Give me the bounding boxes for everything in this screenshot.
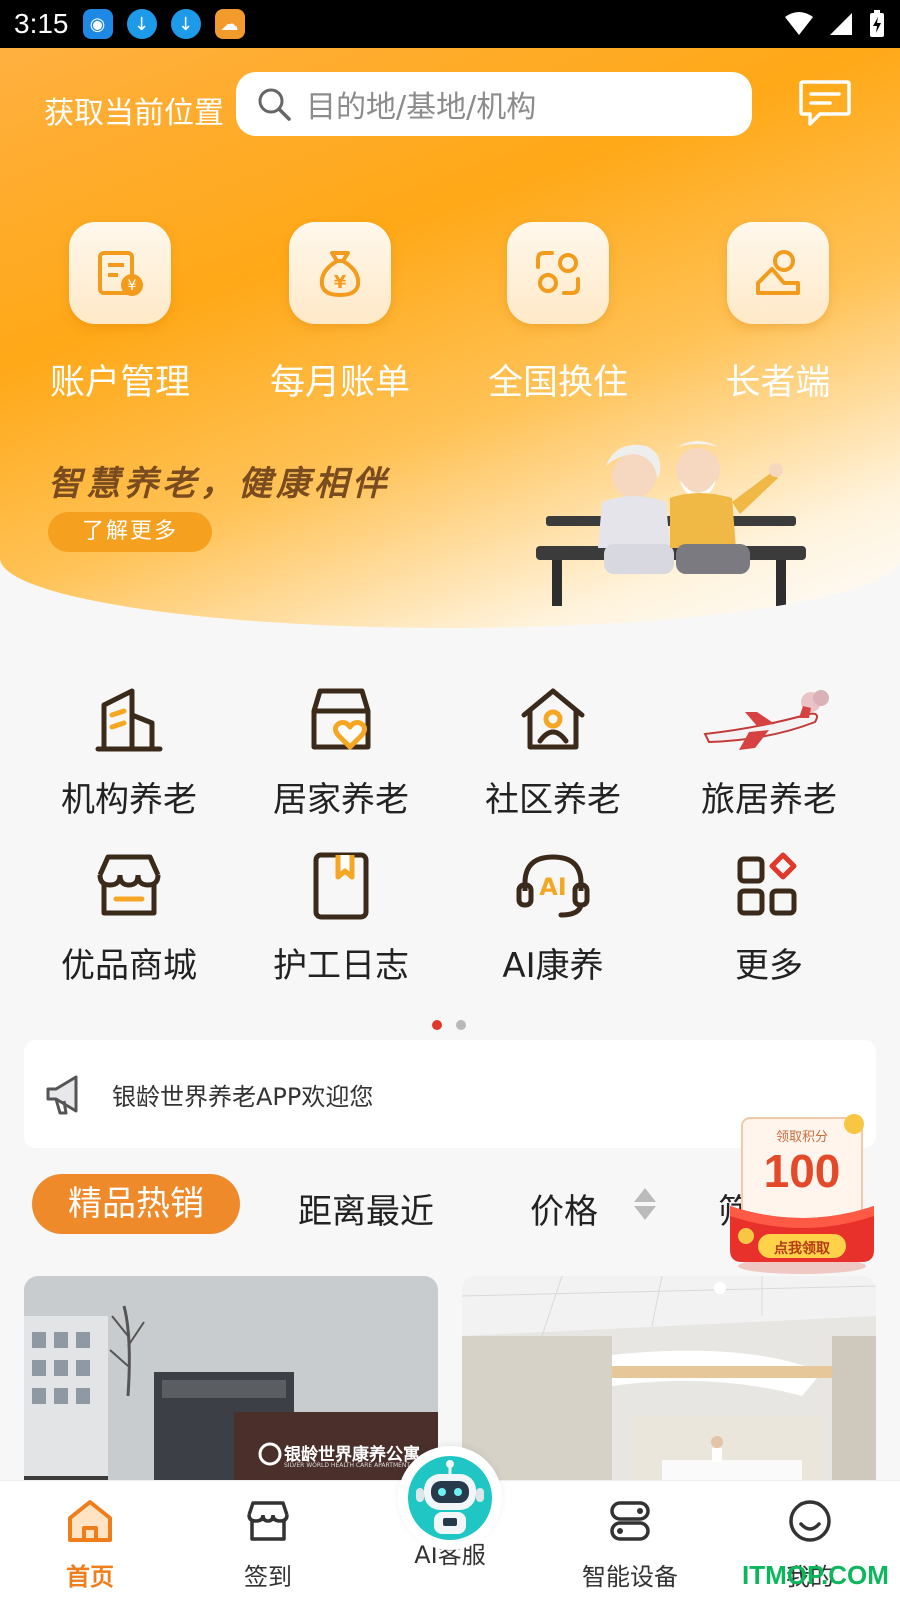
service-institution[interactable]: 机构养老 — [24, 684, 234, 821]
quick-action-monthly-bill[interactable]: ¥ 每月账单 — [240, 222, 440, 405]
robot-icon — [408, 1456, 492, 1540]
nav-label: 首页 — [66, 1563, 114, 1591]
nav-checkin[interactable]: 签到 — [198, 1495, 338, 1592]
swap-icon — [536, 251, 580, 295]
learn-more-button[interactable]: 了解更多 — [48, 512, 212, 552]
quick-action-label: 长者端 — [725, 363, 831, 403]
points-coupon-badge[interactable]: 领取积分 100 点我领取 — [726, 1110, 878, 1274]
facility-photo-1 — [24, 1276, 438, 1506]
message-icon[interactable] — [798, 78, 852, 128]
megaphone-icon — [46, 1075, 78, 1115]
filter-hot-sale[interactable]: 精品热销 — [32, 1174, 240, 1234]
facility-card-2[interactable] — [462, 1276, 876, 1506]
sort-arrows-icon[interactable] — [632, 1186, 658, 1222]
service-label: 优品商城 — [61, 946, 197, 986]
page-dot — [456, 1020, 466, 1030]
svg-text:¥: ¥ — [128, 278, 137, 294]
ai-service-button[interactable] — [398, 1446, 502, 1550]
grid-more-icon — [737, 852, 797, 916]
quick-action-account[interactable]: ¥ 账户管理 — [20, 222, 220, 405]
home-icon — [68, 1500, 112, 1542]
store-checkin-icon — [247, 1501, 289, 1541]
service-label: 护工日志 — [273, 946, 409, 986]
announcement-text: 银龄世界养老APP欢迎您 — [112, 1082, 374, 1111]
download-notification-icon: ↓ — [126, 9, 157, 39]
account-bill-icon: ¥ — [98, 251, 143, 296]
app-notification-icon: ☁ — [214, 9, 245, 39]
device-icon — [610, 1501, 650, 1541]
diary-icon — [313, 852, 369, 920]
quick-action-label: 每月账单 — [269, 363, 410, 403]
airplane-icon — [703, 690, 829, 750]
svg-text:AI: AI — [539, 873, 567, 901]
watermark: ITMOP.COM — [742, 1560, 889, 1590]
cast-notification-icon: ◉ — [82, 9, 113, 39]
quick-action-label: 全国换住 — [487, 363, 628, 403]
status-time: 3:15 — [14, 8, 69, 39]
location-button[interactable]: 获取当前位置 — [44, 88, 224, 132]
service-ai-health[interactable]: AI AI康养 — [448, 850, 658, 987]
service-label: 居家养老 — [273, 780, 409, 820]
search-icon — [258, 88, 291, 121]
nav-home[interactable]: 首页 — [20, 1495, 160, 1592]
elder-user-icon — [756, 250, 800, 295]
facility-photo-2 — [462, 1276, 876, 1506]
building-icon — [95, 688, 163, 752]
battery-icon — [870, 10, 884, 37]
search-bar[interactable]: 目的地/基地/机构 — [236, 72, 752, 136]
service-community[interactable]: 社区养老 — [448, 684, 658, 821]
service-diary[interactable]: 护工日志 — [236, 850, 446, 987]
filter-price[interactable]: 价格 — [530, 1184, 598, 1233]
nav-label: 智能设备 — [582, 1563, 678, 1591]
page-dot-active — [432, 1020, 442, 1030]
quick-action-elder[interactable]: 长者端 — [678, 222, 878, 405]
search-input[interactable]: 目的地/基地/机构 — [306, 82, 536, 126]
wifi-icon — [785, 12, 813, 35]
community-icon — [521, 688, 585, 750]
page-indicator — [432, 1020, 466, 1030]
banner-slogan: 智慧养老，健康相伴 — [48, 464, 390, 504]
nav-label: 签到 — [244, 1563, 292, 1591]
coupon-value: 100 — [763, 1145, 841, 1197]
coupon-top-text: 领取积分 — [775, 1130, 828, 1145]
home-heart-icon — [311, 688, 371, 750]
money-bag-icon: ¥ — [319, 251, 361, 298]
facility-sign-subtext: SILVER WORLD HEALTH CARE APARTMENT — [284, 1462, 411, 1469]
service-label: 机构养老 — [61, 780, 197, 820]
service-travel[interactable]: 旅居养老 — [664, 684, 874, 821]
hero-banner: 获取当前位置 目的地/基地/机构 ¥ 账户管理 ¥ 每月账单 全国换住 长者端 … — [0, 48, 900, 628]
svg-text:¥: ¥ — [334, 272, 347, 293]
quick-action-label: 账户管理 — [49, 363, 190, 403]
ai-headset-icon: AI — [516, 854, 590, 918]
service-label: 更多 — [735, 946, 803, 986]
service-home[interactable]: 居家养老 — [236, 684, 446, 821]
service-more[interactable]: 更多 — [664, 850, 874, 987]
service-label: 旅居养老 — [701, 780, 837, 820]
elderly-couple-illustration — [536, 441, 806, 606]
status-bar: 3:15 ◉ ↓ ↓ ☁ — [0, 0, 900, 48]
service-label: AI康养 — [502, 946, 604, 986]
store-icon — [97, 854, 161, 916]
service-label: 社区养老 — [485, 780, 621, 820]
download-notification-icon-2: ↓ — [170, 9, 201, 39]
smile-profile-icon — [789, 1500, 831, 1542]
facility-card-1[interactable]: 银龄世界康养公寓 SILVER WORLD HEALTH CARE APARTM… — [24, 1276, 438, 1506]
quick-action-swap[interactable]: 全国换住 — [458, 222, 658, 405]
coupon-claim-button[interactable]: 点我领取 — [758, 1238, 846, 1258]
signal-icon — [830, 13, 852, 35]
service-store[interactable]: 优品商城 — [24, 850, 234, 987]
nav-smart-device[interactable]: 智能设备 — [560, 1495, 700, 1592]
filter-nearest[interactable]: 距离最近 — [298, 1184, 434, 1233]
